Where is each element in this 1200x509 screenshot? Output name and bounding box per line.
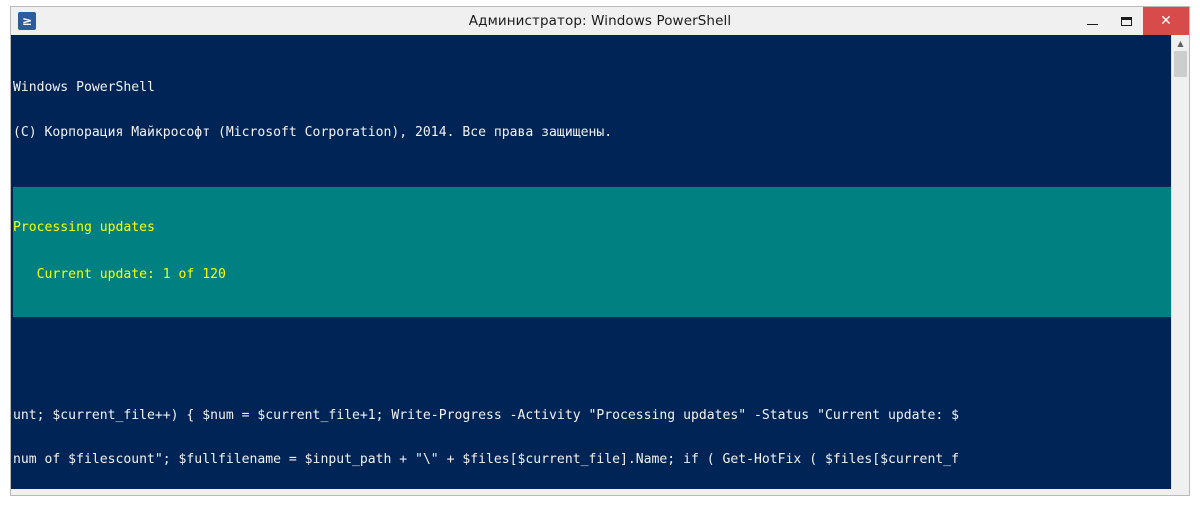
command-line-2: num of $filescount"; $fullfilename = $in… bbox=[13, 452, 959, 468]
scrollbar-track[interactable] bbox=[1172, 51, 1189, 489]
window-title: Администратор: Windows PowerShell bbox=[468, 13, 732, 29]
maximize-button[interactable] bbox=[1109, 7, 1143, 35]
scroll-up-icon[interactable]: ▲ bbox=[1172, 35, 1189, 51]
command-line-1: unt; $current_file++) { $num = $current_… bbox=[13, 408, 959, 424]
scrollbar-thumb[interactable] bbox=[1174, 51, 1187, 77]
minimize-button[interactable] bbox=[1075, 7, 1109, 35]
title-bar[interactable]: ≥ Администратор: Windows PowerShell ✕ bbox=[11, 7, 1189, 35]
powershell-icon: ≥ bbox=[18, 12, 36, 30]
close-button[interactable]: ✕ bbox=[1143, 7, 1189, 35]
progress-status: Current update: 1 of 120 bbox=[13, 266, 226, 282]
powershell-window: ≥ Администратор: Windows PowerShell ✕ Wi… bbox=[10, 6, 1190, 496]
banner-line-2: (C) Корпорация Майкрософт (Microsoft Cor… bbox=[13, 124, 613, 140]
progress-activity: Processing updates bbox=[13, 220, 155, 236]
console-area: Windows PowerShell (C) Корпорация Майкро… bbox=[11, 35, 1189, 489]
window-controls: ✕ bbox=[1075, 7, 1189, 35]
console-scrollbar[interactable]: ▲ bbox=[1171, 35, 1189, 489]
window-status-strip bbox=[11, 489, 1189, 495]
progress-banner: Processing updates Current update: 1 of … bbox=[13, 186, 1171, 317]
console-output[interactable]: Windows PowerShell (C) Корпорация Майкро… bbox=[11, 35, 1171, 489]
banner-line-1: Windows PowerShell bbox=[13, 79, 155, 95]
